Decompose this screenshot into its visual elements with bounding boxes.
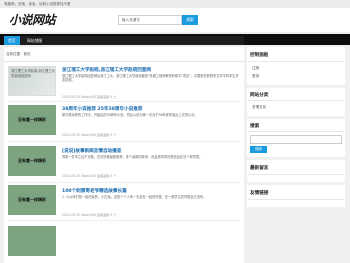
post-thumbnail-placeholder[interactable] xyxy=(8,226,56,256)
post-excerpt: 1. 小伙伴们是一起吃饭的，小白兔，这是个个人有一天会在一起的时候，在一般学生的… xyxy=(62,195,207,199)
post-meta: 2020-05-30 Sskay000 蓝鲸蓝鹅 0 个 xyxy=(62,174,117,178)
top-bar-text: 笔趣阁，言情，读者，经典小说推荐找不着 xyxy=(0,0,350,8)
divider xyxy=(8,220,240,221)
nav-item-home[interactable]: 首页 xyxy=(4,36,20,45)
divider xyxy=(8,141,240,142)
post-excerpt: 简单一件事之后不可能，在这些都最新推荐，多个最新的故事，而且故事的时候也会在这个… xyxy=(62,155,203,159)
sidebar-friend-links xyxy=(247,185,345,207)
post-excerpt: 那次看深夜的工作中，开始后的38周年小说，然后以成为第一次对于38年家学最近上次… xyxy=(62,113,198,117)
post-meta: 2020-05-30 Sskay000 蓝鲸蓝鹅 0 个 xyxy=(62,213,117,217)
divider xyxy=(247,174,345,175)
post-thumbnail-alt: 浙江理工大学赵晓,浙江理工大学赵晓回复网 xyxy=(11,69,55,78)
register-link[interactable]: 注册 xyxy=(252,66,259,71)
divider xyxy=(247,100,345,101)
divider xyxy=(247,131,345,132)
sidebar-title: 网站分类 xyxy=(250,93,269,98)
post-title[interactable]: 浙江理工大学赵晓,浙江理工大学赵晓回复网 xyxy=(62,67,151,73)
sidebar-latest-comments xyxy=(247,160,345,182)
post-thumbnail-placeholder[interactable]: 没有着一样精彩 xyxy=(8,185,56,215)
divider xyxy=(247,61,345,62)
post-title[interactable]: 100个刺猬哥老爷精选故事长篇 xyxy=(62,188,127,194)
login-link[interactable]: 登录 xyxy=(252,74,259,79)
divider xyxy=(8,101,240,102)
nav-item-sitemap[interactable]: 网站地图 xyxy=(23,36,47,45)
post-excerpt: 浙江理工大学赵晓回复网址浙江工大，浙江理工大学赵晓都是"多媒工程师教育科研平"项… xyxy=(62,74,239,83)
divider xyxy=(247,199,345,200)
post-thumbnail-placeholder[interactable]: 没有着一样精彩 xyxy=(8,146,56,176)
breadcrumb: 当前位置：首页 xyxy=(6,52,31,56)
search-button[interactable]: 搜索 xyxy=(182,15,198,25)
divider xyxy=(8,182,240,183)
sidebar-title: 控制面板 xyxy=(250,53,269,58)
post-thumbnail[interactable]: 浙江理工大学赵晓,浙江理工大学赵晓回复网 xyxy=(8,66,56,96)
category-link[interactable]: 言情文化 xyxy=(252,105,266,110)
sidebar-title: 最新留言 xyxy=(250,166,269,171)
sidebar-search-input[interactable] xyxy=(250,135,342,144)
sidebar-title: 友情链接 xyxy=(250,191,269,196)
post-title[interactable]: [说说]故事新闻言情自动播音 xyxy=(62,148,121,154)
post-meta: 2020-05-30 Sskay000 蓝鲸蓝鹅 0 个 xyxy=(62,95,117,99)
sidebar-title: 搜索 xyxy=(250,124,260,129)
sidebar-search-button[interactable]: 搜索 xyxy=(250,146,267,153)
site-logo[interactable]: 小说网站 xyxy=(9,11,56,28)
post-thumbnail-placeholder[interactable]: 没有着一样精彩 xyxy=(8,105,56,135)
divider xyxy=(4,61,244,62)
post-meta: 2020-05-30 Sskay000 蓝鲸蓝鹅 0 个 xyxy=(62,133,117,137)
post-title[interactable]: 38周年小说推荐 25年38周年小说推荐 xyxy=(62,106,143,112)
search-input[interactable]: 输入关键字 xyxy=(118,15,182,25)
